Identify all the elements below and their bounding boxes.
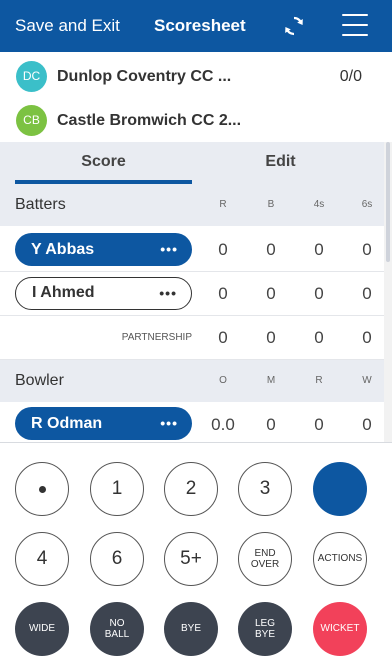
scrollbar-thumb[interactable] (386, 142, 390, 262)
batter-fours: 0 (314, 284, 324, 303)
no-ball-label: NO BALL (104, 617, 130, 641)
wicket-button[interactable]: WICKET (313, 602, 367, 656)
batter-name: Y Abbas (31, 241, 95, 258)
save-and-exit-button[interactable]: Save and Exit (15, 0, 120, 52)
three-runs-button[interactable]: 3 (238, 462, 292, 516)
batter-balls: 0 (266, 284, 276, 303)
bowler-wickets: 0 (362, 415, 372, 434)
dot-ball-button[interactable] (15, 462, 69, 516)
more-options-icon[interactable]: ••• (160, 233, 178, 266)
bowler-runs: 0 (314, 415, 324, 434)
partnership-fours: 0 (314, 328, 324, 347)
submit-button[interactable] (313, 462, 367, 516)
batters-header: Batters R B 4s 6s (0, 184, 384, 226)
six-runs-button[interactable]: 6 (90, 532, 144, 586)
partnership-runs: 0 (218, 328, 228, 347)
bowler-maidens: 0 (266, 415, 276, 434)
column-header: R (315, 375, 323, 386)
bowler-overs: 0.0 (211, 415, 235, 434)
tab-edit[interactable]: Edit (192, 142, 369, 184)
partnership-row: PARTNERSHIP 0 0 0 0 (0, 316, 384, 360)
team-avatar: DC (16, 61, 47, 92)
batter-pill[interactable]: I Ahmed ••• (15, 277, 192, 310)
batter-row: I Ahmed ••• 0 0 0 0 (0, 272, 384, 316)
column-header: B (267, 199, 275, 210)
top-bar: Save and Exit Scoresheet (0, 0, 392, 52)
team-name: Dunlop Coventry CC ... (57, 68, 232, 85)
column-header: O (219, 375, 227, 386)
leg-bye-label: LEG BYE (254, 617, 275, 641)
column-header: 6s (361, 199, 373, 210)
no-ball-button[interactable]: NO BALL (90, 602, 144, 656)
bye-button[interactable]: BYE (164, 602, 218, 656)
batter-name: I Ahmed (32, 284, 95, 301)
two-runs-button[interactable]: 2 (164, 462, 218, 516)
batter-runs: 0 (218, 284, 228, 303)
scoring-keypad: 1 2 3 4 6 5+ END OVER ACTIONS WIDE NO BA… (0, 442, 392, 670)
bowler-row: R Odman ••• 0.0 0 0 0 (0, 402, 384, 442)
batter-row: Y Abbas ••• 0 0 0 0 (0, 228, 384, 272)
actions-button[interactable]: ACTIONS (313, 532, 367, 586)
teams-panel: DC Dunlop Coventry CC ... 0/0 CB Castle … (0, 52, 392, 142)
hamburger-menu-icon[interactable] (342, 14, 368, 36)
column-header: M (266, 375, 276, 386)
sync-icon[interactable] (282, 14, 306, 38)
end-over-button[interactable]: END OVER (238, 532, 292, 586)
team-row-batting[interactable]: DC Dunlop Coventry CC ... 0/0 (0, 52, 392, 96)
wide-button[interactable]: WIDE (15, 602, 69, 656)
scrollbar[interactable] (384, 142, 392, 442)
batter-fours: 0 (314, 240, 324, 259)
batter-runs: 0 (218, 240, 228, 259)
column-header: W (362, 375, 372, 386)
partnership-balls: 0 (266, 328, 276, 347)
tab-bar: Score Edit (0, 142, 384, 184)
tab-score[interactable]: Score (15, 142, 192, 184)
team-score: 0/0 (339, 68, 362, 85)
column-header: R (219, 199, 227, 210)
team-row-bowling[interactable]: CB Castle Bromwich CC 2... (0, 96, 392, 140)
team-avatar: CB (16, 105, 47, 136)
batter-sixes: 0 (362, 284, 372, 303)
one-run-button[interactable]: 1 (90, 462, 144, 516)
end-over-label: END OVER (250, 547, 280, 571)
bowler-name: R Odman (31, 415, 103, 432)
partnership-label: PARTNERSHIP (121, 332, 192, 343)
batter-sixes: 0 (362, 240, 372, 259)
bowler-label: Bowler (15, 372, 64, 389)
dot-icon (38, 485, 46, 493)
batter-balls: 0 (266, 240, 276, 259)
batters-label: Batters (15, 196, 66, 213)
five-plus-runs-button[interactable]: 5+ (164, 532, 218, 586)
four-runs-button[interactable]: 4 (15, 532, 69, 586)
bowler-pill[interactable]: R Odman ••• (15, 407, 192, 440)
leg-bye-button[interactable]: LEG BYE (238, 602, 292, 656)
column-header: 4s (313, 199, 325, 210)
more-options-icon[interactable]: ••• (159, 278, 177, 308)
partnership-sixes: 0 (362, 328, 372, 347)
page-title: Scoresheet (154, 16, 246, 35)
batter-pill-on-strike[interactable]: Y Abbas ••• (15, 233, 192, 266)
bowler-header: Bowler O M R W (0, 360, 384, 402)
more-options-icon[interactable]: ••• (160, 407, 178, 440)
team-name: Castle Bromwich CC 2... (57, 112, 242, 129)
